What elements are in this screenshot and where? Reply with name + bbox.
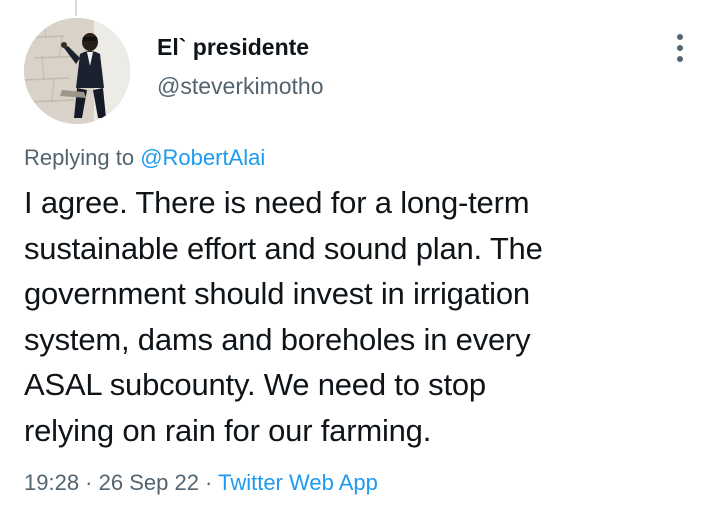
tweet-text-line: government should invest in irrigation (24, 276, 530, 311)
more-vertical-icon (677, 34, 683, 62)
tweet-text-line: relying on rain for our farming. (24, 412, 432, 448)
tweet-metadata: 19:28 · 26 Sep 22 · Twitter Web App (24, 470, 378, 496)
display-name[interactable]: El` presidente (157, 34, 309, 61)
tweet-text-line: ASAL subcounty. We need to stop (24, 367, 486, 402)
thread-connector-line (75, 0, 77, 16)
tweet-time[interactable]: 19:28 (24, 470, 79, 495)
user-handle[interactable]: @steverkimotho (157, 73, 324, 100)
avatar-photo (24, 18, 130, 124)
tweet-text: I agree. There is need for a long-term s… (24, 180, 684, 453)
meta-separator: · (79, 470, 99, 495)
mention-link[interactable]: @RobertAlai (140, 145, 265, 170)
replying-prefix: Replying to (24, 145, 141, 170)
tweet-source-link[interactable]: Twitter Web App (218, 470, 378, 495)
tweet-date[interactable]: 26 Sep 22 (99, 470, 199, 495)
more-options-button[interactable] (662, 26, 698, 70)
meta-separator: · (198, 470, 219, 495)
tweet-text-line: sustainable effort and sound plan. The (24, 230, 543, 266)
tweet-text-line: I agree. There is need for a long-term (24, 185, 530, 220)
avatar[interactable] (24, 18, 130, 124)
replying-to: Replying to @RobertAlai (24, 145, 265, 171)
tweet-text-line: system, dams and boreholes in every (24, 321, 531, 357)
